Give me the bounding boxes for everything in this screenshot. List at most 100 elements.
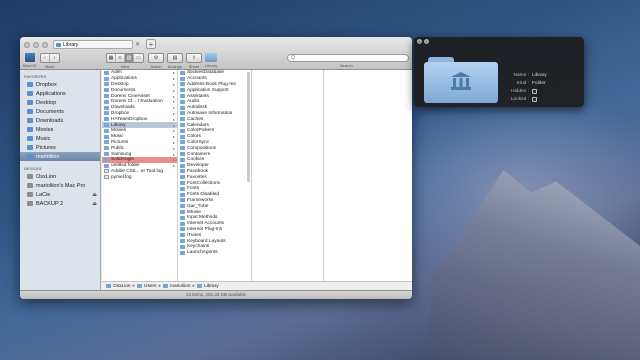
folder-icon xyxy=(180,76,185,81)
tab-library[interactable]: Library xyxy=(53,40,133,49)
item-label: Doremi Cl... t Evaluation xyxy=(111,99,163,105)
hidden-checkbox[interactable] xyxy=(532,88,537,94)
path-item[interactable]: Library xyxy=(204,284,219,289)
zoom-window-button[interactable] xyxy=(42,42,48,48)
minimize-window-button[interactable] xyxy=(33,42,39,48)
item-label: Fonts xyxy=(187,186,199,192)
hidden-key: Hidden : xyxy=(511,88,529,94)
inspector-panel: x i Name : Library Kind : Folder Hidden : … xyxy=(414,37,584,107)
document-icon xyxy=(104,169,109,174)
item-label: Public xyxy=(111,145,125,151)
action-label: Action xyxy=(150,64,162,69)
pictures-icon xyxy=(27,145,33,150)
name-key: Name : xyxy=(513,72,529,78)
item-label: iTunes xyxy=(187,232,202,238)
sidebar-item-label: Desktop xyxy=(36,99,57,106)
chevron-right-icon: ▸ xyxy=(172,139,175,145)
icon-view-icon[interactable]: ▦ xyxy=(107,54,116,62)
item-label: Autodesk xyxy=(187,105,208,111)
close-tab-icon[interactable]: ✕ xyxy=(135,41,140,48)
eject-icon[interactable]: ⏏ xyxy=(92,201,97,207)
disk-icon xyxy=(27,201,33,206)
folder-icon xyxy=(180,192,185,197)
item-label: Samsung xyxy=(111,151,132,157)
folder-icon xyxy=(104,76,109,81)
sidebar-item-label: Applications xyxy=(36,90,66,97)
chevron-right-icon: ▸ xyxy=(172,76,175,82)
sidebar-item-documents[interactable]: Documents xyxy=(20,107,100,116)
sidebar-item-device[interactable]: BACKUP 2 ⏏ xyxy=(20,199,100,208)
arrange-icon[interactable]: ▤ xyxy=(168,54,182,62)
sidebar-item-movies[interactable]: Movies xyxy=(20,125,100,134)
downloads-icon xyxy=(27,118,33,123)
item-label: Developer xyxy=(187,163,209,169)
folder-icon xyxy=(180,123,185,128)
column-view-icon[interactable]: ▥ xyxy=(125,54,134,62)
sidebar-item-downloads[interactable]: Downloads xyxy=(20,116,100,125)
sidebar-item-dropbox[interactable]: Dropbox xyxy=(20,80,100,89)
library-folder-preview-icon xyxy=(424,57,498,103)
desktop-wallpaper xyxy=(430,170,640,360)
chevron-right-icon: ▸ xyxy=(172,105,175,111)
item-label: Keychains xyxy=(187,244,210,250)
path-separator-icon: ▸ xyxy=(132,283,136,289)
library-group: Library xyxy=(205,53,217,68)
forward-icon[interactable]: › xyxy=(50,54,59,62)
item-label: ColorSync xyxy=(187,139,210,145)
sidebar-item-desktop[interactable]: Desktop xyxy=(20,98,100,107)
folder-icon xyxy=(180,88,185,93)
sidebar-item-applications[interactable]: Applications xyxy=(20,89,100,98)
sidebar-item-marioliion[interactable]: marioliion xyxy=(20,152,100,161)
item-label: untitled folder xyxy=(111,163,140,169)
sidebar-item-pictures[interactable]: Pictures xyxy=(20,143,100,152)
locked-checkbox[interactable] xyxy=(532,96,537,102)
sidebar-item-device[interactable]: OsxLion xyxy=(20,172,100,181)
search-label: Search xyxy=(340,63,353,68)
library-label: Library xyxy=(205,63,218,68)
item-label: Gar_Tube xyxy=(187,203,209,209)
file-item[interactable]: pymel.log xyxy=(102,174,177,180)
chevron-right-icon: ▸ xyxy=(172,151,175,157)
sidebar-item-device[interactable]: LaCie ⏏ xyxy=(20,190,100,199)
sidebar-item-device[interactable]: marioliion's Mac Pro xyxy=(20,181,100,190)
column-library: StickiesDatabase Accounts Address Book Plu… xyxy=(178,70,252,290)
folder-icon xyxy=(180,186,185,191)
item-label: Facebook xyxy=(187,168,209,174)
sidebar-item-music[interactable]: Music xyxy=(20,134,100,143)
computer-icon xyxy=(27,183,33,188)
search-input[interactable]: Q xyxy=(287,54,409,62)
item-label: Internet Accounts xyxy=(187,221,225,227)
window-title: Library xyxy=(63,41,79,48)
chevron-right-icon: ▸ xyxy=(172,145,175,151)
back-icon[interactable]: ‹ xyxy=(41,54,50,62)
share-icon[interactable]: ⇪ xyxy=(187,54,201,62)
info-icon[interactable]: i xyxy=(424,39,429,44)
library-folder-icon[interactable] xyxy=(205,53,218,62)
list-view-icon[interactable]: ≡ xyxy=(116,54,125,62)
item-label: Documents xyxy=(111,87,136,93)
folder-icon xyxy=(180,99,185,104)
applications-icon xyxy=(27,91,33,96)
home-icon xyxy=(27,154,33,159)
item-label: Internet Plug-Ins xyxy=(187,226,223,232)
column-browser: Adlm ▸ Applications ▸ Desktop ▸ Documents ▸ Dore… xyxy=(102,70,412,290)
path-item[interactable]: Users xyxy=(144,284,157,289)
sidebar-item-label: marioliion's Mac Pro xyxy=(36,182,86,189)
title-bar: Library ✕ + MacOS ‹ › Back ▦ ≡ ▥ ▭ View … xyxy=(20,37,412,70)
kind-value: Folder xyxy=(532,80,546,86)
dropbox-icon xyxy=(27,82,33,87)
coverflow-view-icon[interactable]: ▭ xyxy=(134,54,143,62)
path-separator-icon: ▸ xyxy=(192,283,195,289)
folder-icon xyxy=(180,94,185,99)
macos-icon[interactable] xyxy=(24,53,35,62)
close-window-button[interactable] xyxy=(24,42,30,48)
path-item[interactable]: OsxLion xyxy=(113,284,131,289)
path-item[interactable]: marioliion xyxy=(170,284,191,289)
new-tab-button[interactable]: + xyxy=(146,39,156,49)
folder-icon xyxy=(104,94,109,99)
gear-icon[interactable]: ⚙ xyxy=(149,54,163,62)
eject-icon[interactable]: ⏏ xyxy=(92,192,97,198)
close-icon[interactable]: x xyxy=(417,39,422,44)
finder-window: Library ✕ + MacOS ‹ › Back ▦ ≡ ▥ ▭ View … xyxy=(20,37,412,299)
folder-item[interactable]: LaunchAgents xyxy=(178,250,251,256)
